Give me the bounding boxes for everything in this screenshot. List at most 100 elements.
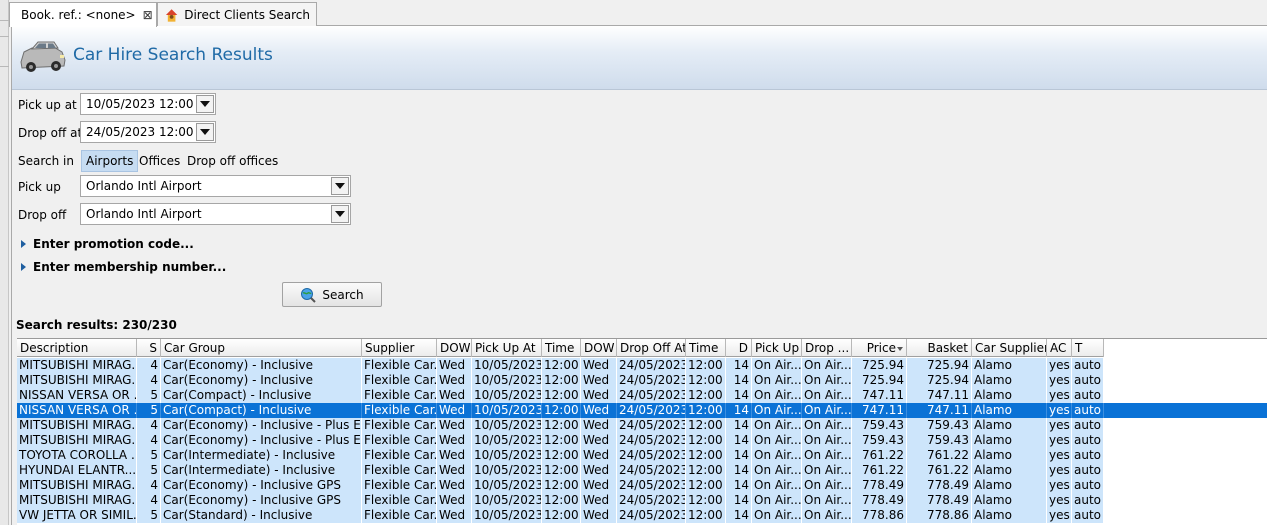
- table-row[interactable]: MITSUBISHI MIRAG... 4 Car(Economy) - Inclu…: [17, 478, 1104, 493]
- cell-ac: yes: [1047, 418, 1072, 433]
- cell-basket: 747.11: [907, 388, 972, 403]
- pickup-location-select[interactable]: Orlando Intl Airport: [80, 175, 351, 197]
- column-header-dropoff-location[interactable]: Drop ...: [802, 339, 852, 357]
- sort-descending-icon: [897, 346, 903, 351]
- dropoff-location-select[interactable]: Orlando Intl Airport: [80, 203, 351, 225]
- cell-dropoff-dow: Wed: [581, 373, 617, 388]
- column-header-label: Drop ...: [805, 341, 850, 355]
- table-row[interactable]: MITSUBISHI MIRAG... 4 Car(Economy) - Inclu…: [17, 373, 1104, 388]
- cell-car-group: Car(Economy) - Inclusive - Plus Ex...: [163, 433, 362, 448]
- dropoff-at-datetime[interactable]: 24/05/2023 12:00: [80, 121, 216, 143]
- column-header-seats[interactable]: S: [137, 339, 161, 357]
- tab-booking-ref[interactable]: Book. ref.: <none> ⊠: [9, 2, 157, 27]
- cell-dropoff-location: On Air...: [804, 478, 852, 493]
- column-header-dropoff-time[interactable]: Time: [686, 339, 726, 357]
- cell-pickup-time: 12:00: [542, 508, 581, 523]
- cell-days: 14: [726, 463, 752, 478]
- table-row[interactable]: MITSUBISHI MIRAG... 4 Car(Economy) - Inclu…: [17, 358, 1104, 373]
- cell-transmission: auto: [1072, 493, 1104, 508]
- pickup-at-datetime[interactable]: 10/05/2023 12:00: [80, 93, 216, 115]
- membership-number-expander[interactable]: Enter membership number...: [21, 260, 226, 274]
- dropdown-button[interactable]: [196, 95, 214, 113]
- dropdown-button[interactable]: [196, 123, 214, 141]
- table-row[interactable]: MITSUBISHI MIRAG... 4 Car(Economy) - Inclu…: [17, 433, 1104, 448]
- column-header-price[interactable]: Price: [852, 339, 907, 357]
- column-header-ac[interactable]: AC: [1047, 339, 1072, 357]
- table-row[interactable]: MITSUBISHI MIRAG... 4 Car(Economy) - Inclu…: [17, 418, 1104, 433]
- cell-transmission: auto: [1072, 478, 1104, 493]
- cell-dropoff-location: On Air...: [804, 493, 852, 508]
- pickup-location-value: Orlando Intl Airport: [86, 179, 202, 193]
- cell-pickup-location: On Air...: [754, 463, 802, 478]
- cell-pickup-location: On Air...: [754, 508, 802, 523]
- dropdown-button[interactable]: [331, 205, 349, 223]
- column-header-dropoff-date[interactable]: Drop Off At: [617, 339, 686, 357]
- cell-dropoff-dow: Wed: [581, 433, 617, 448]
- column-header-transmission[interactable]: T: [1072, 339, 1104, 357]
- column-header-supplier[interactable]: Supplier: [362, 339, 437, 357]
- cell-car-group: Car(Compact) - Inclusive: [161, 403, 362, 418]
- chevron-right-icon: [21, 263, 26, 271]
- search-in-dropoff-offices[interactable]: Drop off offices: [182, 150, 283, 172]
- column-header-basket[interactable]: Basket: [907, 339, 972, 357]
- column-header-pickup-dow[interactable]: DOW: [437, 339, 472, 357]
- header-banner: Car Hire Search Results: [12, 26, 1267, 90]
- table-row[interactable]: NISSAN VERSA OR ... 5 Car(Compact) - Inclu…: [17, 403, 1267, 418]
- cell-pickup-dow: Wed: [437, 418, 472, 433]
- promotion-code-expander[interactable]: Enter promotion code...: [21, 237, 194, 251]
- column-header-description[interactable]: Description: [17, 339, 137, 357]
- cell-pickup-dow: Wed: [437, 448, 472, 463]
- table-row[interactable]: HYUNDAI ELANTR... 5 Car(Intermediate) - In…: [17, 463, 1104, 478]
- cell-dropoff-location: On Air...: [804, 403, 852, 418]
- cell-description: MITSUBISHI MIRAG...: [19, 478, 137, 493]
- cell-dropoff-dow: Wed: [581, 388, 617, 403]
- cell-dropoff-date: 24/05/2023: [619, 433, 686, 448]
- cell-seats: 5: [137, 403, 161, 418]
- cell-seats: 5: [137, 448, 161, 463]
- column-header-car-supplier[interactable]: Car Supplier: [972, 339, 1047, 357]
- dropdown-button[interactable]: [331, 177, 349, 195]
- search-in-offices[interactable]: Offices: [134, 150, 185, 172]
- column-header-pickup-date[interactable]: Pick Up At: [472, 339, 542, 357]
- cell-pickup-time: 12:00: [542, 463, 581, 478]
- cell-pickup-location: On Air...: [754, 448, 802, 463]
- cell-pickup-dow: Wed: [437, 478, 472, 493]
- search-button[interactable]: Search: [282, 282, 382, 307]
- column-header-label: DOW: [584, 341, 615, 355]
- cell-pickup-dow: Wed: [437, 493, 472, 508]
- cell-dropoff-location: On Air...: [804, 433, 852, 448]
- cell-dropoff-date: 24/05/2023: [619, 508, 686, 523]
- table-row[interactable]: TOYOTA COROLLA ... 5 Car(Intermediate) - I…: [17, 448, 1104, 463]
- column-header-days[interactable]: D: [726, 339, 752, 357]
- cell-days: 14: [726, 418, 752, 433]
- cell-pickup-date: 10/05/2023: [474, 358, 542, 373]
- cell-pickup-location: On Air...: [754, 403, 802, 418]
- results-table[interactable]: Description S Car Group Supplier DOW Pick Up …: [17, 338, 1267, 525]
- table-row[interactable]: NISSAN VERSA OR ... 5 Car(Compact) - Inclu…: [17, 388, 1104, 403]
- cell-dropoff-location: On Air...: [804, 388, 852, 403]
- close-icon[interactable]: ⊠: [143, 8, 153, 22]
- table-row[interactable]: MITSUBISHI MIRAG... 4 Car(Economy) - Inclu…: [17, 493, 1104, 508]
- cell-pickup-time: 12:00: [542, 448, 581, 463]
- cell-dropoff-time: 12:00: [686, 388, 726, 403]
- column-header-pickup-time[interactable]: Time: [542, 339, 581, 357]
- table-row[interactable]: VW JETTA OR SIMIL... 5 Car(Standard) - Inc…: [17, 508, 1104, 523]
- cell-basket: 759.43: [907, 433, 972, 448]
- column-header-dropoff-dow[interactable]: DOW: [581, 339, 617, 357]
- cell-price: 747.11: [852, 403, 907, 418]
- column-header-label: Car Supplier: [975, 341, 1047, 355]
- cell-ac: yes: [1047, 493, 1072, 508]
- cell-pickup-date: 10/05/2023: [474, 508, 542, 523]
- cell-dropoff-date: 24/05/2023: [619, 358, 686, 373]
- tab-direct-clients-search[interactable]: Direct Clients Search: [157, 2, 317, 26]
- column-header-car-group[interactable]: Car Group: [161, 339, 362, 357]
- cell-supplier: Flexible Car...: [364, 433, 437, 448]
- cell-pickup-dow: Wed: [437, 388, 472, 403]
- cell-pickup-location: On Air...: [754, 388, 802, 403]
- cell-price: 747.11: [852, 388, 907, 403]
- column-header-pickup-location[interactable]: Pick Up: [752, 339, 802, 357]
- cell-dropoff-time: 12:00: [686, 418, 726, 433]
- chevron-down-icon: [335, 183, 345, 189]
- promotion-code-label: Enter promotion code...: [33, 237, 194, 251]
- search-in-airports[interactable]: Airports: [81, 150, 139, 172]
